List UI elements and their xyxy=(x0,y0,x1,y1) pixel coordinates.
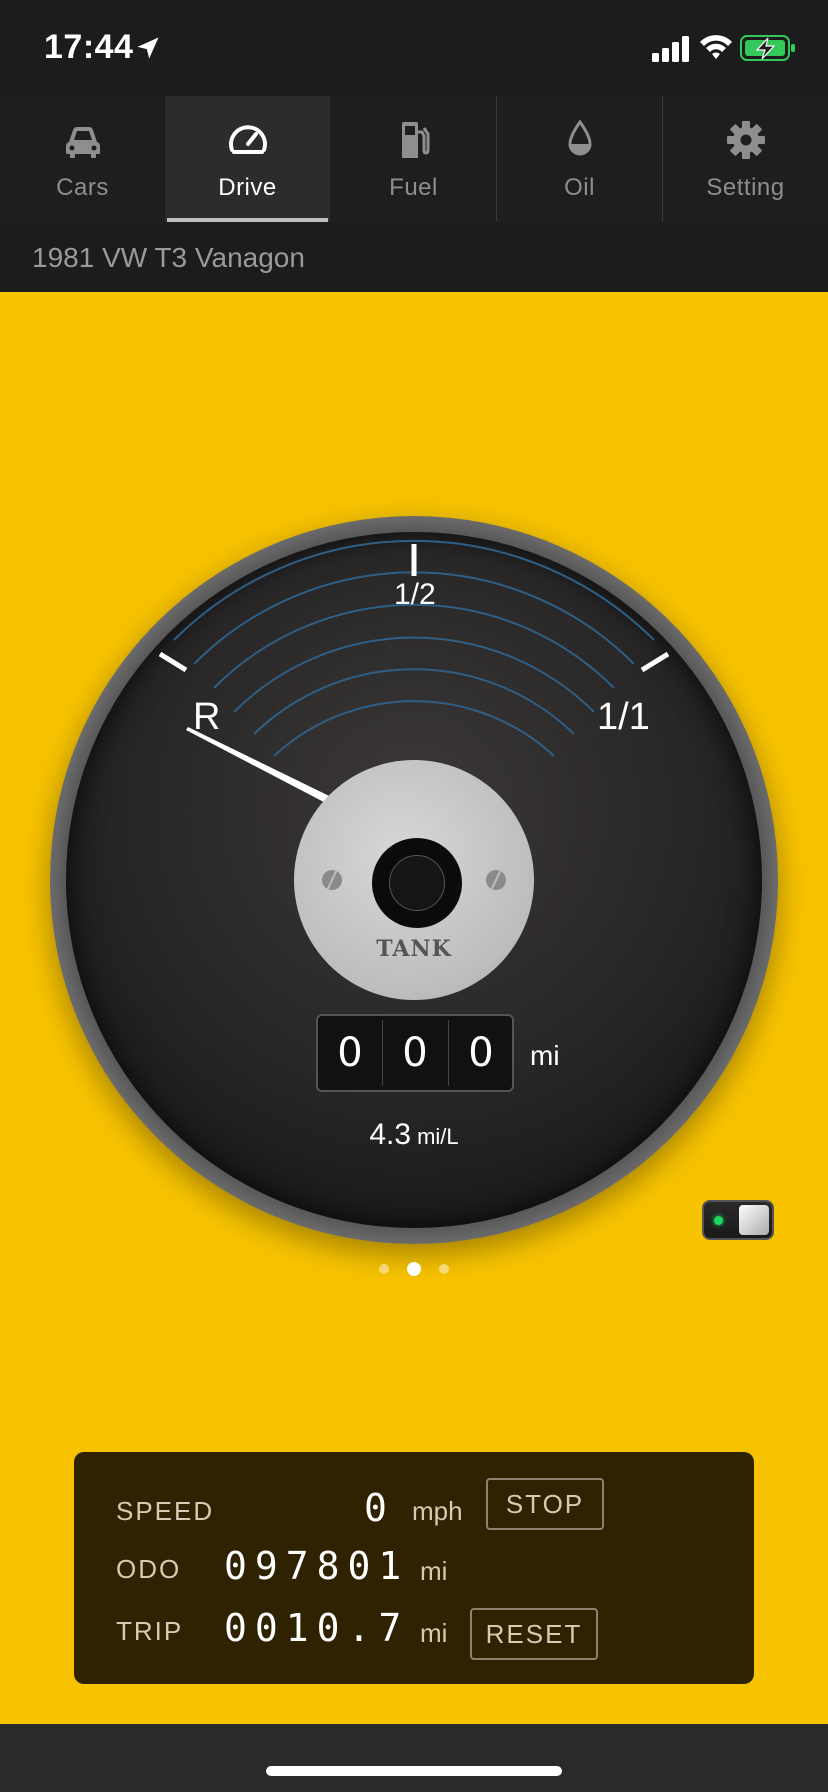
tab-drive-label: Drive xyxy=(218,174,277,201)
tab-fuel[interactable]: Fuel xyxy=(331,96,496,222)
status-bar: 17:44 xyxy=(0,0,828,96)
light-toggle-switch[interactable] xyxy=(702,1200,774,1240)
car-name: 1981 VW T3 Vanagon xyxy=(32,242,305,273)
drive-page[interactable]: 1/2 R 1/1 TANK 0 0 0 mi 4.3 mi/L SPEED 0 … xyxy=(0,292,828,1724)
screw-icon xyxy=(322,870,342,890)
page-dot[interactable] xyxy=(379,1263,389,1274)
page-indicator[interactable] xyxy=(0,1260,828,1280)
gear-icon xyxy=(726,121,765,159)
reset-button[interactable]: RESET xyxy=(470,1608,598,1660)
tank-label: TANK xyxy=(376,936,452,962)
tab-fuel-label: Fuel xyxy=(389,174,438,201)
trip-counter: 0 0 0 xyxy=(316,1014,514,1092)
home-indicator[interactable] xyxy=(266,1766,562,1776)
speed-label: SPEED xyxy=(116,1496,215,1526)
car-icon xyxy=(65,127,100,158)
home-indicator-area xyxy=(0,1724,828,1792)
efficiency-unit: mi/L xyxy=(417,1124,459,1149)
tab-bar: Cars Drive Fuel Oil Setting xyxy=(0,96,828,223)
car-selector-bar[interactable]: 1981 VW T3 Vanagon xyxy=(0,222,828,292)
tick-reserve xyxy=(158,651,188,673)
gauge-arc xyxy=(213,603,615,689)
odo-value: 097801 xyxy=(224,1544,410,1588)
screw-icon xyxy=(486,870,506,890)
odo-unit: mi xyxy=(420,1556,448,1586)
fuel-pump-icon xyxy=(401,122,429,158)
tab-setting-label: Setting xyxy=(706,174,785,201)
counter-digit: 0 xyxy=(468,1030,494,1076)
tab-oil-label: Oil xyxy=(564,174,595,201)
tab-oil[interactable]: Oil xyxy=(497,96,662,222)
gauge-mark-half: 1/2 xyxy=(394,578,436,611)
toggle-knob xyxy=(739,1205,769,1235)
speed-unit: mph xyxy=(412,1496,463,1526)
page-dot[interactable] xyxy=(439,1263,449,1274)
fuel-gauge: 1/2 R 1/1 TANK 0 0 0 mi 4.3 mi/L xyxy=(50,516,778,1244)
fuel-efficiency: 4.3 mi/L xyxy=(50,1118,778,1152)
efficiency-value: 4.3 xyxy=(369,1118,412,1151)
battery-charging-icon xyxy=(740,35,795,61)
page-dot-active[interactable] xyxy=(407,1261,421,1276)
tick-full xyxy=(640,651,670,673)
speed-value: 0 xyxy=(364,1486,395,1530)
trip-label: TRIP xyxy=(116,1616,184,1646)
location-arrow-icon xyxy=(137,37,159,59)
trip-panel: SPEED 0 mph STOP ODO 097801 mi TRIP 0010… xyxy=(74,1452,754,1684)
gauge-arc xyxy=(273,700,555,757)
odo-label: ODO xyxy=(116,1554,182,1584)
counter-unit: mi xyxy=(530,1040,560,1071)
wifi-icon xyxy=(700,35,732,59)
counter-digit: 0 xyxy=(402,1030,428,1076)
gauge-mark-reserve: R xyxy=(193,696,221,738)
counter-digit: 0 xyxy=(337,1030,363,1076)
tab-cars[interactable]: Cars xyxy=(0,96,165,222)
tab-drive[interactable]: Drive xyxy=(165,96,330,222)
status-time: 17:44 xyxy=(44,28,134,66)
hub-pivot xyxy=(389,855,445,911)
status-led xyxy=(714,1216,723,1225)
gauge-mark-full: 1/1 xyxy=(597,696,650,738)
stop-button[interactable]: STOP xyxy=(486,1478,604,1530)
speedometer-icon xyxy=(228,125,267,154)
trip-value: 0010.7 xyxy=(224,1606,410,1650)
tab-cars-label: Cars xyxy=(56,174,109,201)
tab-setting[interactable]: Setting xyxy=(663,96,828,222)
trip-unit: mi xyxy=(420,1618,448,1648)
signal-icon xyxy=(652,36,689,62)
oil-drop-icon xyxy=(567,119,592,156)
